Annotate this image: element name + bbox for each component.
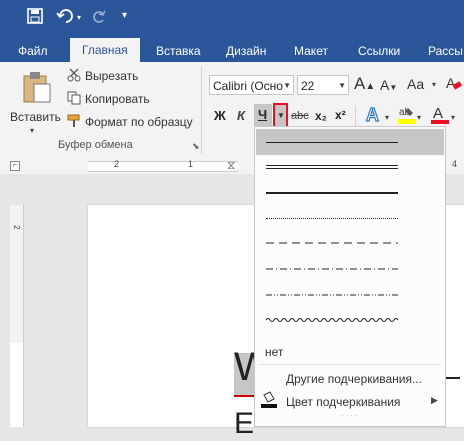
- font-name-value: Calibri (Осно: [213, 79, 283, 93]
- group-separator: [201, 66, 202, 154]
- text-effects-icon[interactable]: A: [364, 104, 384, 127]
- grow-arrow-icon: ▲: [365, 81, 376, 92]
- clipboard-launcher-icon[interactable]: ⬊: [192, 141, 200, 152]
- format-painter-button[interactable]: Формат по образцу: [85, 115, 193, 129]
- tab-references[interactable]: Ссылки: [358, 42, 400, 62]
- grow-font-glyph: A: [354, 74, 366, 93]
- line-sample: [266, 168, 398, 169]
- tab-home[interactable]: Главная: [70, 38, 140, 62]
- font-size-combo[interactable]: 22 ▼: [297, 75, 349, 95]
- text-fragment: [444, 377, 460, 379]
- line-sample: [266, 268, 398, 270]
- vertical-ruler[interactable]: 2: [10, 205, 24, 427]
- highlight-dropdown-icon[interactable]: ▾: [417, 113, 421, 122]
- italic-button[interactable]: К: [237, 108, 245, 123]
- indent-marker-icon[interactable]: ⧖: [227, 158, 235, 173]
- ruler-number: 2: [114, 159, 120, 169]
- underline-style-menu: нет Другие подчеркивания... Цвет подчерк…: [254, 126, 446, 427]
- underline-option-dashed[interactable]: [256, 233, 444, 259]
- tab-file[interactable]: Файл: [18, 42, 48, 62]
- change-case-dropdown-icon[interactable]: ▾: [432, 80, 436, 89]
- paste-button[interactable]: Вставить ▾: [8, 68, 61, 136]
- chevron-down-icon: ▼: [338, 81, 346, 90]
- copy-icon: [67, 91, 81, 108]
- underline-option-dash-dot-dot[interactable]: [256, 285, 444, 311]
- svg-text:A: A: [433, 105, 443, 122]
- line-sample: [266, 142, 398, 143]
- tab-selector-icon[interactable]: ⌐: [10, 161, 20, 171]
- customize-icon[interactable]: ▾: [122, 10, 127, 21]
- grow-font-button[interactable]: A▲: [354, 74, 375, 94]
- undo-icon[interactable]: [56, 8, 76, 28]
- ruler-number: 1: [188, 159, 194, 169]
- font-size-value: 22: [301, 79, 315, 93]
- underline-option-dotted[interactable]: [256, 207, 444, 233]
- tab-layout[interactable]: Макет: [294, 42, 328, 62]
- underline-option-none[interactable]: нет: [265, 345, 283, 359]
- strikethrough-button[interactable]: abc: [291, 110, 309, 122]
- copy-button[interactable]: Копировать: [85, 92, 150, 106]
- shrink-font-button[interactable]: A▼: [380, 77, 397, 93]
- chevron-right-icon: ▶: [431, 395, 438, 405]
- format-painter-icon: [67, 114, 81, 131]
- font-color-dropdown-icon[interactable]: ▾: [451, 113, 455, 122]
- underline-option-thick[interactable]: [256, 181, 444, 207]
- document-text-line2[interactable]: E: [234, 407, 254, 441]
- superscript-button[interactable]: x²: [335, 108, 346, 122]
- tab-mailings[interactable]: Рассы: [428, 42, 463, 62]
- line-sample: [266, 242, 398, 244]
- change-case-icon[interactable]: Aa: [407, 76, 424, 92]
- vruler-number: 2: [12, 225, 21, 230]
- clear-formatting-icon[interactable]: A: [446, 74, 462, 95]
- underline-option-dash-dot[interactable]: [256, 259, 444, 285]
- separator: [355, 106, 356, 126]
- cut-icon: [67, 68, 81, 85]
- chevron-down-icon: ▼: [277, 111, 285, 120]
- underline-color-item[interactable]: Цвет подчеркивания: [286, 395, 400, 409]
- title-bar: ▾ ▾ Файл Главная Вставка Дизайн Макет Сс…: [0, 0, 464, 62]
- paste-label: Вставить: [10, 110, 61, 124]
- svg-text:A: A: [366, 105, 379, 124]
- undo-dropdown-icon[interactable]: ▾: [77, 13, 81, 22]
- paste-dropdown-icon[interactable]: ▾: [30, 126, 34, 135]
- paste-icon: [23, 72, 51, 103]
- redo-icon[interactable]: [91, 8, 107, 28]
- cut-button[interactable]: Вырезать: [85, 69, 138, 83]
- line-sample: [266, 318, 398, 322]
- chevron-down-icon: ▼: [283, 81, 291, 90]
- bold-button[interactable]: Ж: [214, 108, 226, 123]
- resize-grip-icon[interactable]: ····: [341, 411, 360, 420]
- line-sample: [266, 165, 398, 166]
- underline-glyph: Ч: [258, 107, 268, 122]
- underline-option-wave[interactable]: [256, 311, 444, 337]
- shrink-arrow-icon: ▼: [389, 83, 398, 92]
- underline-button[interactable]: Ч: [254, 104, 272, 126]
- text-effects-dropdown-icon[interactable]: ▾: [385, 113, 389, 122]
- ruler-scale: 2 1: [88, 159, 238, 172]
- clipboard-group-label: Буфер обмена: [58, 139, 133, 151]
- ruler-number: 4: [452, 159, 458, 169]
- more-underlines-item[interactable]: Другие подчеркивания...: [286, 372, 422, 386]
- line-sample: [266, 294, 398, 296]
- shrink-font-glyph: A: [380, 77, 390, 93]
- tab-design[interactable]: Дизайн: [226, 42, 266, 62]
- menu-divider: [259, 364, 441, 365]
- paint-bucket-icon: [261, 391, 277, 412]
- save-icon[interactable]: [27, 8, 43, 28]
- font-name-combo[interactable]: Calibri (Осно ▼: [209, 75, 294, 95]
- underline-option-double[interactable]: [256, 155, 444, 181]
- underline-option-single[interactable]: [256, 129, 444, 155]
- subscript-button[interactable]: x₂: [315, 109, 327, 123]
- tab-insert[interactable]: Вставка: [156, 42, 201, 62]
- line-sample: [266, 192, 398, 194]
- line-sample: [266, 218, 398, 219]
